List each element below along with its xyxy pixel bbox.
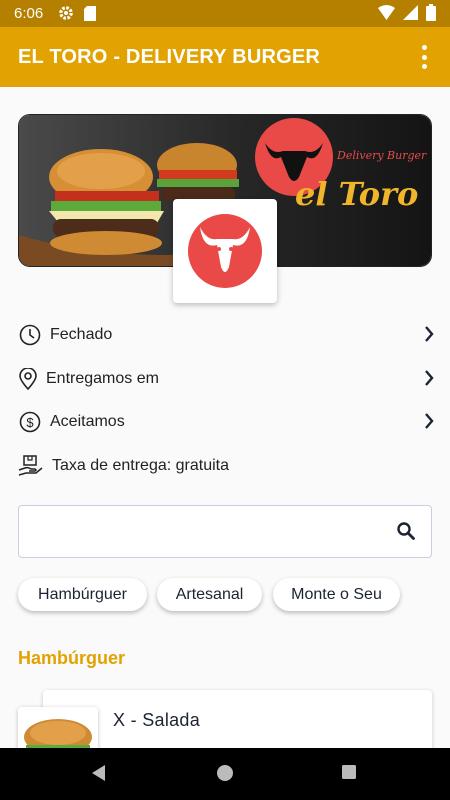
info-row-status[interactable]: Fechado [18,322,434,348]
home-icon[interactable] [216,764,234,787]
chevron-right-icon[interactable] [424,412,434,435]
chevron-right-icon[interactable] [424,325,434,348]
signal-icon [403,5,418,24]
app-title: EL TORO - DELIVERY BURGER [18,46,321,68]
section-title: Hambúrguer [18,648,126,668]
back-icon[interactable] [91,764,107,787]
info-row-delivery-fee: Taxa de entrega: gratuita [18,453,434,479]
search-input[interactable] [18,505,432,558]
battery-icon [426,4,436,25]
clock-icon [18,323,42,347]
banner-brand-name: el Toro [295,175,418,213]
info-payment-label: Aceitamos [50,413,125,430]
delivery-hand-icon [18,454,44,478]
recents-icon[interactable] [341,764,357,785]
overflow-menu-icon[interactable] [412,43,436,71]
system-navigation-bar [0,748,450,800]
category-chip-hamburguer[interactable]: Hambúrguer [18,578,147,611]
info-row-payment[interactable]: $ Aceitamos [18,409,434,435]
category-chip-artesanal[interactable]: Artesanal [157,578,262,611]
app-bar: EL TORO - DELIVERY BURGER [0,27,450,87]
chevron-right-icon[interactable] [424,369,434,392]
location-pin-icon [18,367,38,391]
info-row-delivery-area[interactable]: Entregamos em [18,366,434,392]
svg-text:$: $ [26,415,34,430]
settings-gear-icon [58,5,74,25]
info-delivery-fee-label: Taxa de entrega: gratuita [52,457,230,474]
wifi-icon [378,5,395,24]
store-logo [173,199,277,303]
search-icon[interactable] [397,522,415,545]
info-status-label: Fechado [50,326,113,343]
bull-logo-icon [188,214,262,288]
category-chip-monte-o-seu[interactable]: Monte o Seu [273,578,400,611]
sd-card-icon [84,6,96,25]
banner-brand-script: Delivery Burger [336,149,427,162]
product-name: X - Salada [113,710,201,730]
status-time: 6:06 [14,5,44,22]
status-bar: 6:06 [0,0,450,27]
dollar-coin-icon: $ [18,410,42,434]
info-delivery-area-label: Entregamos em [46,370,159,387]
